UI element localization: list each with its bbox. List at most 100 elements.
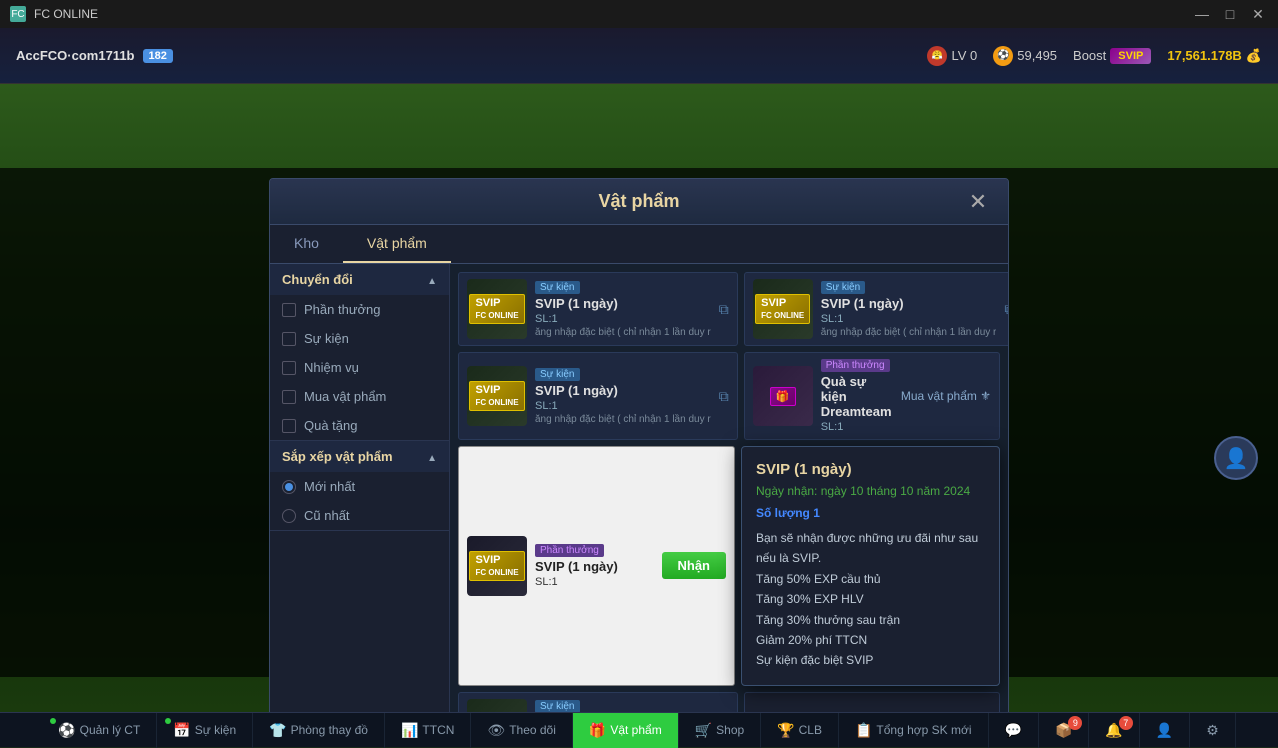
title-bar: FC FC ONLINE — □ ✕ bbox=[0, 0, 1278, 28]
sidebar-section-chuyen-doi-header[interactable]: Chuyển đổi bbox=[270, 264, 449, 295]
boost-stat: Boost SVIP bbox=[1073, 48, 1151, 64]
sidebar-item-nhiem-vu-label: Nhiệm vụ bbox=[304, 360, 359, 375]
item-card-svip-1[interactable]: SVIPFC ONLINE Sự kiện SVIP (1 ngày) SL:1… bbox=[458, 272, 738, 346]
sidebar-section-sap-xep: Sắp xếp vật phẩm Mới nhất Cũ nhất bbox=[270, 441, 449, 531]
item-card-svip-3[interactable]: SVIPFC ONLINE Sự kiện SVIP (1 ngày) SL:1… bbox=[458, 352, 738, 440]
nav-icon-theo-doi: 👁 bbox=[487, 722, 505, 739]
chevron-up-icon bbox=[427, 272, 437, 287]
nav-label-ttcn: TTCN bbox=[422, 723, 454, 737]
svip-image-badge: SVIPFC ONLINE bbox=[469, 551, 524, 581]
svip-image-badge: SVIPFC ONLINE bbox=[755, 294, 810, 324]
account-name: AccFCO·com1711b bbox=[16, 48, 135, 63]
radio-moi-nhat[interactable] bbox=[282, 480, 296, 494]
nav-label-quan-ly-ct: Quản lý CT bbox=[80, 723, 141, 737]
modal-overlay: Vật phẩm ✕ Kho Vật phẩm Chuyển đổi bbox=[0, 168, 1278, 677]
radio-cu-nhat[interactable] bbox=[282, 509, 296, 523]
item-sl: SL:1 bbox=[535, 576, 654, 588]
item-image: SVIPFC ONLINE bbox=[467, 366, 527, 426]
chevron-up-icon-2 bbox=[427, 449, 437, 464]
item-sl: SL:1 bbox=[821, 313, 997, 325]
sidebar-item-cu-nhat[interactable]: Cũ nhất bbox=[270, 501, 449, 530]
checkbox-mua-vat-pham[interactable] bbox=[282, 390, 296, 404]
lv-icon: 😤 bbox=[927, 46, 947, 66]
item-desc: ăng nhập đặc biệt ( chỉ nhận 1 lần duy r bbox=[821, 327, 997, 338]
nav-icon-phong-thay-do: 👕 bbox=[269, 722, 286, 739]
item-modal: Vật phẩm ✕ Kho Vật phẩm Chuyển đổi bbox=[269, 178, 1009, 712]
sidebar-item-phan-thuong[interactable]: Phần thưởng bbox=[270, 295, 449, 324]
sidebar-item-mua-vat-pham[interactable]: Mua vật phẩm bbox=[270, 382, 449, 411]
tooltip-desc: Bạn sẽ nhận được những ưu đãi như sau nế… bbox=[756, 528, 985, 671]
checkbox-qua-tang[interactable] bbox=[282, 419, 296, 433]
item-image: 🎁 bbox=[753, 366, 813, 426]
copy-icon[interactable]: ⧉ bbox=[1004, 301, 1008, 318]
item-desc: ăng nhập đặc biệt ( chỉ nhận 1 lần duy r bbox=[535, 327, 711, 338]
tab-kho[interactable]: Kho bbox=[270, 225, 343, 263]
item-sl: SL:1 bbox=[535, 400, 711, 412]
event-tag: Sự kiện bbox=[535, 700, 580, 712]
sidebar-item-moi-nhat[interactable]: Mới nhất bbox=[270, 472, 449, 501]
window-controls: — □ ✕ bbox=[1192, 4, 1268, 24]
nav-item-quan-ly-ct[interactable]: ⚽ Quản lý CT bbox=[42, 713, 157, 748]
nav-label-theo-doi: Theo dõi bbox=[509, 723, 556, 737]
item-sl: SL:1 bbox=[821, 421, 893, 433]
tooltip-container: SVIP (1 ngày) Ngày nhận: ngày 10 tháng 1… bbox=[741, 446, 1000, 686]
sidebar-item-su-kien[interactable]: Sự kiện bbox=[270, 324, 449, 353]
app-icon: FC bbox=[10, 6, 26, 22]
nav-item-theo-doi[interactable]: 👁 Theo dõi bbox=[471, 713, 572, 748]
modal-title: Vật phẩm bbox=[598, 191, 679, 212]
modal-close-button[interactable]: ✕ bbox=[964, 188, 992, 216]
nav-item-vat-pham[interactable]: 🎁 Vật phẩm bbox=[573, 713, 679, 748]
nav-item-su-kien[interactable]: 📅 Sự kiện bbox=[157, 713, 253, 748]
sidebar-item-qua-tang[interactable]: Quà tặng bbox=[270, 411, 449, 440]
nav-icon-vat-pham: 🎁 bbox=[589, 722, 606, 739]
minimize-button[interactable]: — bbox=[1192, 4, 1212, 24]
item-row: SVIPFC ONLINE Sự kiện SVIP (1 ngày) SL:1… bbox=[458, 352, 1000, 440]
item-info: Sự kiện SVIP (1 ngày) SL:1 ăng nhập đặc … bbox=[535, 700, 711, 712]
item-name: SVIP (1 ngày) bbox=[821, 296, 997, 311]
nav-item-package[interactable]: 📦 9 bbox=[1039, 713, 1089, 748]
sidebar-item-nhiem-vu[interactable]: Nhiệm vụ bbox=[270, 353, 449, 382]
checkbox-phan-thuong[interactable] bbox=[282, 303, 296, 317]
maximize-button[interactable]: □ bbox=[1220, 4, 1240, 24]
item-card-dreamteam[interactable]: 🎁 Phần thưởng Quà sự kiện Dreamteam SL:1… bbox=[744, 352, 1000, 440]
game-background: Vật phẩm ✕ Kho Vật phẩm Chuyển đổi bbox=[0, 84, 1278, 712]
modal-header: Vật phẩm ✕ bbox=[270, 179, 1008, 225]
nav-item-settings[interactable]: ⚙ bbox=[1190, 713, 1236, 748]
item-image: SVIPFC ONLINE bbox=[467, 699, 527, 712]
sidebar: Chuyển đổi Phần thưởng Sự kiện bbox=[270, 264, 450, 712]
close-button[interactable]: ✕ bbox=[1248, 4, 1268, 24]
item-card-svip-selected[interactable]: SVIPFC ONLINE Phần thưởng SVIP (1 ngày) … bbox=[458, 446, 735, 686]
event-tag: Sự kiện bbox=[535, 368, 580, 381]
nav-item-profile[interactable]: 👤 bbox=[1140, 713, 1190, 748]
tab-vat-pham[interactable]: Vật phẩm bbox=[343, 225, 451, 263]
event-tag: Sự kiện bbox=[821, 281, 866, 294]
checkbox-su-kien[interactable] bbox=[282, 332, 296, 346]
item-desc: ăng nhập đặc biệt ( chỉ nhận 1 lần duy r bbox=[535, 414, 711, 425]
chat-bubble-button[interactable]: 👤 bbox=[1214, 436, 1258, 480]
item-card-svip-4[interactable]: SVIPFC ONLINE Sự kiện SVIP (1 ngày) SL:1… bbox=[458, 692, 738, 712]
item-tooltip: SVIP (1 ngày) Ngày nhận: ngày 10 tháng 1… bbox=[741, 446, 1000, 686]
sidebar-section-sap-xep-header[interactable]: Sắp xếp vật phẩm bbox=[270, 441, 449, 472]
item-name: SVIP (1 ngày) bbox=[535, 383, 711, 398]
item-name: Quà sự kiện Dreamteam bbox=[821, 374, 893, 419]
buy-button[interactable]: Mua vật phẩm ⚜ bbox=[901, 389, 991, 403]
copy-icon[interactable]: ⧉ bbox=[719, 388, 729, 405]
nav-label-vat-pham: Vật phẩm bbox=[610, 723, 661, 737]
nav-icon-quan-ly-ct: ⚽ bbox=[58, 722, 75, 739]
nav-item-notification[interactable]: 🔔 7 bbox=[1089, 713, 1139, 748]
nav-item-chat[interactable]: 💬 bbox=[989, 713, 1039, 748]
checkbox-nhiem-vu[interactable] bbox=[282, 361, 296, 375]
nav-item-shop[interactable]: 🛒 Shop bbox=[679, 713, 761, 748]
nav-item-clb[interactable]: 🏆 CLB bbox=[761, 713, 839, 748]
coin-icon: ⚽ bbox=[993, 46, 1013, 66]
nav-item-ttcn[interactable]: 📊 TTCN bbox=[385, 713, 471, 748]
nav-icon-ttcn: 📊 bbox=[401, 722, 418, 739]
item-info: Phần thưởng SVIP (1 ngày) SL:1 bbox=[535, 544, 654, 588]
item-card-svip-2[interactable]: SVIPFC ONLINE Sự kiện SVIP (1 ngày) SL:1… bbox=[744, 272, 1008, 346]
receive-button[interactable]: Nhận bbox=[662, 552, 727, 579]
copy-icon[interactable]: ⧉ bbox=[719, 301, 729, 318]
item-row: SVIPFC ONLINE Sự kiện SVIP (1 ngày) SL:1… bbox=[458, 692, 1000, 712]
nav-item-phong-thay-do[interactable]: 👕 Phòng thay đồ bbox=[253, 713, 385, 748]
reward-tag: Phần thưởng bbox=[821, 359, 890, 372]
nav-item-tong-hop-sk[interactable]: 📋 Tổng hợp SK mới bbox=[839, 713, 989, 748]
